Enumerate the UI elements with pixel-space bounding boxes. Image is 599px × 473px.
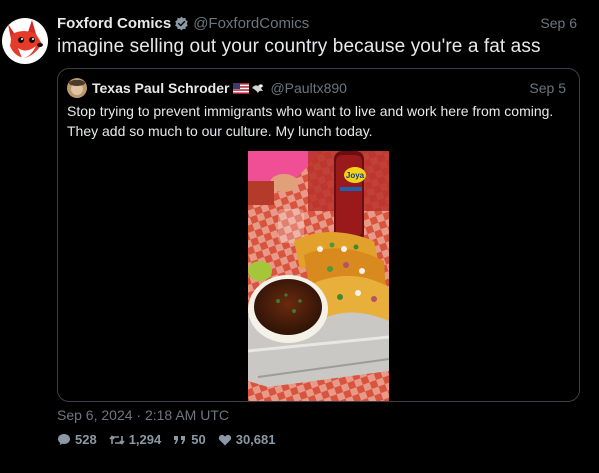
verified-badge-icon — [175, 16, 188, 30]
reply-button[interactable]: 528 — [57, 432, 97, 447]
tweet-date[interactable]: Sep 6 — [540, 15, 577, 31]
retweet-icon — [109, 434, 125, 445]
author-handle[interactable]: @FoxfordComics — [193, 15, 309, 32]
bottle-label: Joya — [346, 171, 365, 180]
author-avatar[interactable] — [2, 14, 48, 66]
quote-author-handle[interactable]: @Paultx890 — [270, 80, 346, 96]
quote-author-name[interactable]: Texas Paul Schroder — [92, 80, 229, 96]
us-flag-icon — [233, 82, 250, 94]
tweet-text: imagine selling out your country because… — [57, 36, 541, 57]
quote-header: Texas Paul Schroder @Paultx890 Sep 5 — [67, 78, 566, 98]
retweet-count: 1,294 — [128, 432, 162, 447]
quote-author-emoji — [233, 82, 265, 95]
quote-author-avatar[interactable] — [67, 78, 87, 98]
tweet-timestamp[interactable]: Sep 6, 2024 · 2:18 AM UTC — [57, 407, 229, 423]
eagle-icon — [252, 83, 265, 93]
quote-text: Stop trying to prevent immigrants who wa… — [67, 103, 554, 139]
tweet-header: Foxford Comics @FoxfordComics Sep 6 — [57, 13, 577, 33]
heart-icon — [218, 434, 231, 445]
retweet-button[interactable]: 1,294 — [109, 432, 162, 447]
like-button[interactable]: 30,681 — [218, 432, 276, 447]
quote-media-photo[interactable]: Joya — [248, 151, 389, 401]
like-count: 30,681 — [235, 432, 276, 447]
quote-count: 50 — [191, 432, 206, 447]
author-name[interactable]: Foxford Comics — [57, 15, 171, 32]
reply-count: 528 — [75, 432, 97, 447]
comment-icon — [58, 434, 70, 445]
quote-icon — [174, 435, 186, 444]
quoted-tweet[interactable]: Texas Paul Schroder @Paultx890 Sep 5 Sto… — [57, 68, 580, 402]
quote-button[interactable]: 50 — [173, 432, 206, 447]
tweet-stats: 528 1,294 50 30,681 — [57, 432, 287, 447]
quote-date[interactable]: Sep 5 — [529, 80, 566, 96]
